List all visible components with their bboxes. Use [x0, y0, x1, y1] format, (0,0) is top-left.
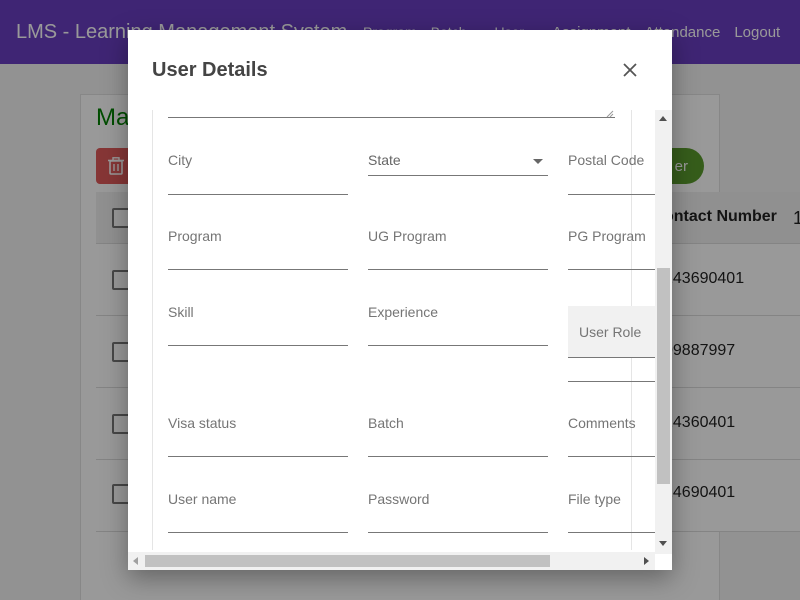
- visa-status-label: Visa status: [168, 415, 237, 431]
- postal-code-label: Postal Code: [568, 152, 645, 168]
- file-type-label: File type: [568, 491, 621, 507]
- city-underline: [168, 194, 348, 195]
- close-button[interactable]: [618, 58, 642, 82]
- comments-label: Comments: [568, 415, 636, 431]
- user-role-label: User Role: [579, 324, 642, 340]
- state-label: State: [368, 152, 401, 168]
- content-divider: [152, 110, 153, 550]
- user-details-dialog: User Details City State Postal Code Prog…: [128, 30, 672, 570]
- scroll-right-icon[interactable]: [644, 557, 649, 565]
- scroll-up-icon[interactable]: [659, 116, 667, 121]
- user-name-underline: [168, 532, 348, 533]
- vertical-scroll-thumb[interactable]: [657, 268, 670, 484]
- user-name-label: User name: [168, 491, 237, 507]
- vertical-scrollbar[interactable]: [655, 110, 672, 554]
- horizontal-scroll-thumb[interactable]: [145, 555, 550, 567]
- ug-program-label: UG Program: [368, 228, 447, 244]
- pg-program-label: PG Program: [568, 228, 646, 244]
- horizontal-scrollbar[interactable]: [128, 552, 655, 570]
- batch-underline: [368, 456, 548, 457]
- chevron-down-icon: [533, 159, 543, 164]
- experience-label: Experience: [368, 304, 439, 320]
- program-label: Program: [168, 228, 222, 244]
- close-icon: [623, 63, 637, 77]
- scroll-left-icon[interactable]: [133, 557, 138, 565]
- user-role-select[interactable]: User Role: [568, 306, 658, 358]
- user-role-helper-line: [568, 381, 655, 382]
- visa-status-underline: [168, 456, 348, 457]
- password-label: Password: [368, 491, 430, 507]
- address-textarea[interactable]: [168, 110, 615, 118]
- program-underline: [168, 269, 348, 270]
- pg-program-underline: [568, 269, 655, 270]
- comments-underline: [568, 456, 655, 457]
- dialog-content[interactable]: City State Postal Code Program UG Progra…: [128, 110, 672, 556]
- state-underline: [368, 175, 548, 176]
- postal-code-underline: [568, 194, 655, 195]
- ug-program-underline: [368, 269, 548, 270]
- dialog-title: User Details: [152, 59, 268, 81]
- batch-label: Batch: [368, 415, 404, 431]
- dialog-header: User Details: [128, 30, 672, 110]
- skill-underline: [168, 345, 348, 346]
- password-underline: [368, 532, 548, 533]
- resize-handle-icon[interactable]: [606, 110, 614, 118]
- city-label: City: [168, 152, 193, 168]
- file-type-underline: [568, 532, 655, 533]
- experience-underline: [368, 345, 548, 346]
- skill-label: Skill: [168, 304, 194, 320]
- scroll-down-icon[interactable]: [659, 541, 667, 546]
